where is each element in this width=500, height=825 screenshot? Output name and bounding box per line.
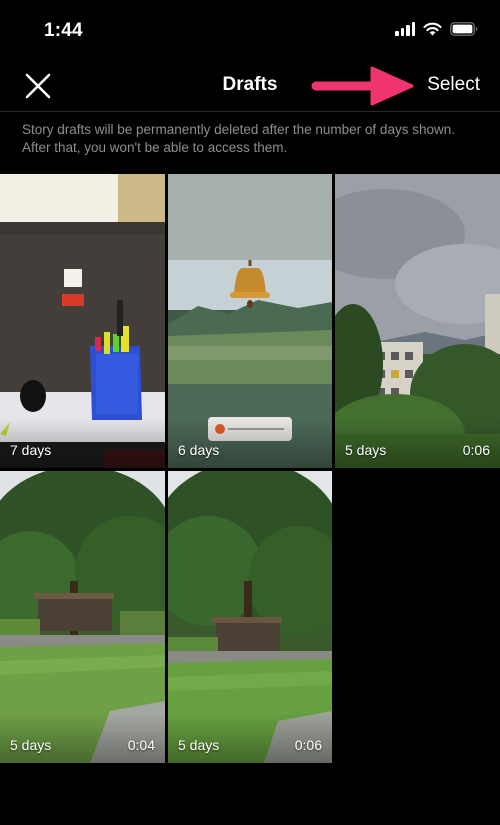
select-button[interactable]: Select xyxy=(427,74,480,96)
status-bar: 1:44 xyxy=(0,0,500,58)
draft-duration: 0:04 xyxy=(127,737,155,753)
drafts-notice: Story drafts will be permanently deleted… xyxy=(22,122,455,155)
draft-tile[interactable]: 7 days xyxy=(0,174,165,468)
status-time: 1:44 xyxy=(44,20,83,41)
draft-tile[interactable]: 5 days 0:04 xyxy=(0,471,165,763)
signal-icon xyxy=(395,22,415,36)
draft-thumbnail xyxy=(168,471,332,763)
draft-thumbnail xyxy=(335,174,500,468)
draft-days: 5 days xyxy=(345,442,387,458)
nav-divider xyxy=(0,111,500,112)
draft-thumbnail xyxy=(168,174,332,468)
page-title: Drafts xyxy=(222,74,278,95)
draft-days: 5 days xyxy=(10,737,52,753)
arrow-right-icon xyxy=(311,66,414,106)
draft-tile[interactable]: 5 days 0:06 xyxy=(335,174,500,468)
draft-duration: 0:06 xyxy=(294,737,322,753)
draft-days: 6 days xyxy=(178,442,220,458)
draft-tile[interactable]: 5 days 0:06 xyxy=(168,471,332,763)
draft-days: 5 days xyxy=(178,737,220,753)
battery-icon xyxy=(450,22,478,36)
draft-thumbnail xyxy=(0,471,165,763)
nav-bar: Drafts Select xyxy=(0,58,500,112)
status-icons xyxy=(395,22,478,36)
wifi-icon xyxy=(423,22,442,36)
draft-days: 7 days xyxy=(10,442,52,458)
draft-thumbnail xyxy=(0,174,165,468)
draft-duration: 0:06 xyxy=(462,442,490,458)
draft-tile[interactable]: 6 days xyxy=(168,174,332,468)
